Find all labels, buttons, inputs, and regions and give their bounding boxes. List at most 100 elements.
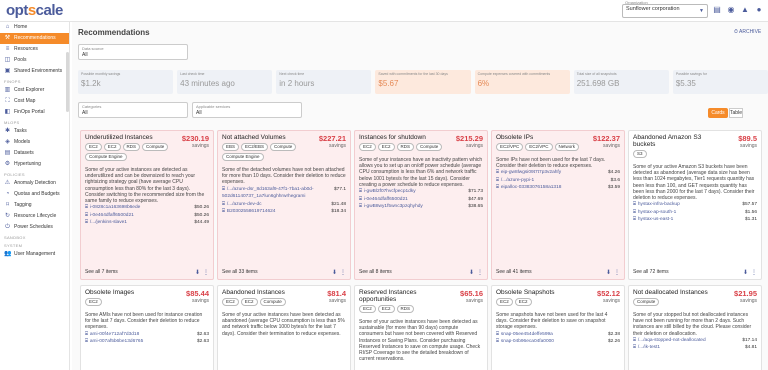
lifecycle-icon: ↻ bbox=[4, 213, 11, 219]
sidebar-scrollbar[interactable] bbox=[66, 52, 69, 112]
resource-icon: ⌸ bbox=[633, 209, 636, 215]
resource-row[interactable]: ⌸ i-gwB8wy1f5wnc3pzqhyhdy $38.65 bbox=[359, 203, 483, 211]
resource-row[interactable]: ⌸ hystax-ap-south-1 $1.56 bbox=[633, 209, 757, 217]
resource-row[interactable]: ⌸/.../aqa-stopped-not-deallocated $17.14 bbox=[633, 337, 757, 345]
resource-icon: ⌸ bbox=[496, 177, 499, 183]
summary-stat: Saved with commitments for the last 30 d… bbox=[375, 70, 471, 94]
resource-row[interactable]: ⌸/.../azure-dev-dc $21.48 bbox=[222, 201, 346, 209]
sidebar-item-tagging[interactable]: ⌑ Tagging bbox=[0, 200, 69, 211]
download-icon[interactable]: ⬇ bbox=[606, 269, 611, 276]
see-all-link[interactable]: See all 7 items bbox=[85, 269, 118, 276]
sidebar-item-cost-explorer[interactable]: ▥ Cost Explorer bbox=[0, 85, 69, 96]
recommendation-card[interactable]: Obsolete IPs $122.37 savings EC2/VPC EC2/VPC… bbox=[491, 130, 625, 280]
applicable-services-select[interactable]: Applicable services All bbox=[192, 102, 302, 118]
top-bar: optscale Organization Sunflower corporat… bbox=[0, 0, 768, 22]
resource-row[interactable]: ⌸ i-gwBl2f07hvcfpecp1dky $71.73 bbox=[359, 188, 483, 196]
resource-row[interactable]: ⌸ i-0e464dfaff6500d21 $47.69 bbox=[359, 196, 483, 204]
more-icon[interactable]: ⋮ bbox=[751, 269, 757, 276]
resource-row[interactable]: ⌸ snap-04b96eca04fa0000 $2.26 bbox=[496, 338, 620, 346]
recommendation-card[interactable]: Abandoned Amazon S3 buckets $89.5 savings S… bbox=[628, 130, 762, 280]
recommendation-card[interactable]: Obsolete Snapshots $52.12 savings EC2 EC2 Som… bbox=[491, 285, 625, 370]
categories-select[interactable]: Categories All bbox=[78, 102, 188, 118]
service-tag: EC2 bbox=[222, 298, 239, 306]
more-icon[interactable]: ⋮ bbox=[203, 269, 209, 276]
resource-row[interactable]: ⌸ eipalloc-03383076158a1318 $3.59 bbox=[496, 184, 620, 192]
resource-savings: $44.49 bbox=[194, 220, 209, 226]
resource-row[interactable]: ⌸ B20302558619714624 $18.34 bbox=[222, 208, 346, 216]
sidebar-item-tasks[interactable]: ✱ Tasks bbox=[0, 126, 69, 137]
more-icon[interactable]: ⋮ bbox=[477, 269, 483, 276]
resource-row[interactable]: ⌸ i-0e464dfaff6500d21 $50.26 bbox=[85, 212, 209, 220]
download-icon[interactable]: ⬇ bbox=[332, 269, 337, 276]
resource-savings: $4.81 bbox=[744, 345, 757, 351]
sidebar-item-shared-environments[interactable]: ▣ Shared Environments bbox=[0, 66, 69, 77]
sidebar-item-power-schedules[interactable]: ⏻ Power Schedules bbox=[0, 222, 69, 233]
see-all-link[interactable]: See all 41 items bbox=[496, 269, 532, 276]
archive-button[interactable]: ⏱ ARCHIVE bbox=[734, 29, 761, 35]
resource-row[interactable]: ⌸/.../azure-pypi-1 $3.6 bbox=[496, 177, 620, 185]
stat-value: $1.2k bbox=[81, 79, 101, 88]
resource-name: eipalloc-03383076158a1318 bbox=[500, 185, 562, 191]
more-icon[interactable]: ⋮ bbox=[340, 269, 346, 276]
service-tag: EC2/VPC bbox=[525, 143, 553, 151]
resource-icon: ⌸ bbox=[633, 337, 636, 343]
data-source-select[interactable]: Data source All bbox=[78, 44, 188, 60]
sidebar-item-quotas-and-budgets[interactable]: ◔ Quotas and Budgets bbox=[0, 189, 69, 200]
sidebar-item-pools[interactable]: ◫ Pools bbox=[0, 55, 69, 66]
recommendation-card[interactable]: Abandoned Instances $81.4 savings EC2 EC2 Com… bbox=[217, 285, 351, 370]
cards-view-button[interactable]: Cards bbox=[708, 108, 728, 118]
see-all-link[interactable]: See all 72 items bbox=[633, 269, 669, 276]
documentation-icon[interactable]: ▤ bbox=[712, 5, 722, 15]
recommendation-card[interactable]: Not attached Volumes $227.21 savings EBS EC2… bbox=[217, 130, 351, 280]
sidebar-item-user-management[interactable]: 👥 User Management bbox=[0, 249, 69, 260]
resource-icon: ⌸ bbox=[85, 331, 88, 337]
education-icon[interactable]: ▲ bbox=[740, 5, 750, 15]
recommendation-card[interactable]: Instances for shutdown $215.29 savings EC2 E… bbox=[354, 130, 488, 280]
resource-row[interactable]: ⌸/.../jenkins-slave1 $44.49 bbox=[85, 219, 209, 227]
hypertuning-icon: ⚙ bbox=[4, 161, 11, 167]
resource-row[interactable]: ⌸ snap-05ee454deffe599a $2.38 bbox=[496, 331, 620, 339]
resource-savings: $2.38 bbox=[607, 331, 620, 337]
resource-row[interactable]: ⌸ ami-00f4e712af7d3d18 $2.63 bbox=[85, 331, 209, 339]
community-icon[interactable]: ◉ bbox=[726, 5, 736, 15]
resource-row[interactable]: ⌸ ami-007af5b6be13d6765 $2.63 bbox=[85, 338, 209, 346]
sidebar-item-finops-portal[interactable]: ◧ FinOps Portal bbox=[0, 107, 69, 118]
stat-value: 43 minutes ago bbox=[180, 79, 235, 88]
stat-label: Possible monthly savings bbox=[81, 72, 121, 76]
sidebar-item-datasets[interactable]: ▤ Datasets bbox=[0, 148, 69, 159]
resource-row[interactable]: ⌸/.../azure-dsr_8d163af9-47f1-7ba1-ab0d-… bbox=[222, 186, 346, 201]
sidebar-item-recommendations[interactable]: ⚒ Recommendations bbox=[0, 33, 69, 44]
profile-icon[interactable]: ● bbox=[754, 5, 764, 15]
table-view-button[interactable]: Table bbox=[729, 108, 743, 118]
see-all-link[interactable]: See all 8 items bbox=[359, 269, 392, 276]
resource-row[interactable]: ⌸ hystax-infra-backup $57.57 bbox=[633, 201, 757, 209]
recommendation-card[interactable]: Obsolete Images $85.44 savings EC2 Some AMIs… bbox=[80, 285, 214, 370]
resource-name: hystax-ap-south-1 bbox=[637, 209, 677, 215]
recommendation-card[interactable]: Not deallocated Instances $21.95 savings Co… bbox=[628, 285, 762, 370]
resource-row[interactable]: ⌸ eip-gw8lwgsi09t7t7p3v2ahfy $4.26 bbox=[496, 169, 620, 177]
download-icon[interactable]: ⬇ bbox=[195, 269, 200, 276]
sidebar-item-cost-map[interactable]: ⛶ Cost Map bbox=[0, 96, 69, 107]
card-savings-label: savings bbox=[466, 298, 483, 304]
sidebar-item-resource-lifecycle[interactable]: ↻ Resource Lifecycle bbox=[0, 211, 69, 222]
download-icon[interactable]: ⬇ bbox=[469, 269, 474, 276]
service-tag: EC2 bbox=[514, 298, 532, 306]
download-icon[interactable]: ⬇ bbox=[743, 269, 748, 276]
optscale-logo[interactable]: optscale bbox=[6, 2, 63, 19]
see-all-link[interactable]: See all 33 items bbox=[222, 269, 258, 276]
sidebar-item-models[interactable]: ◈ Models bbox=[0, 137, 69, 148]
recommendation-card[interactable]: Underutilized Instances $230.19 savings EC2… bbox=[80, 130, 214, 280]
sidebar-item-anomaly-detection[interactable]: ⚠ Anomaly Detection bbox=[0, 178, 69, 189]
sidebar-item-resources[interactable]: ≡ Resources bbox=[0, 44, 69, 55]
resource-savings: $38.65 bbox=[468, 204, 483, 210]
recommendation-card[interactable]: Reserved Instances opportunities $65.16 sa… bbox=[354, 285, 488, 370]
resource-row[interactable]: ⌸ i-0828c1a163698b6ede $50.26 bbox=[85, 204, 209, 212]
more-icon[interactable]: ⋮ bbox=[614, 269, 620, 276]
sidebar-item-hypertuning[interactable]: ⚙ Hypertuning bbox=[0, 159, 69, 170]
sidebar-item-home[interactable]: ⌂ Home bbox=[0, 22, 69, 33]
stat-value: 251.698 GB bbox=[576, 79, 620, 88]
stat-label: Next check time bbox=[279, 72, 305, 76]
resource-row[interactable]: ⌸/.../ik-test1 $4.81 bbox=[633, 344, 757, 352]
resource-row[interactable]: ⌸ hystax-us-east-1 $1.31 bbox=[633, 216, 757, 224]
organization-select[interactable]: Sunflower corporation ▼ bbox=[622, 4, 708, 18]
